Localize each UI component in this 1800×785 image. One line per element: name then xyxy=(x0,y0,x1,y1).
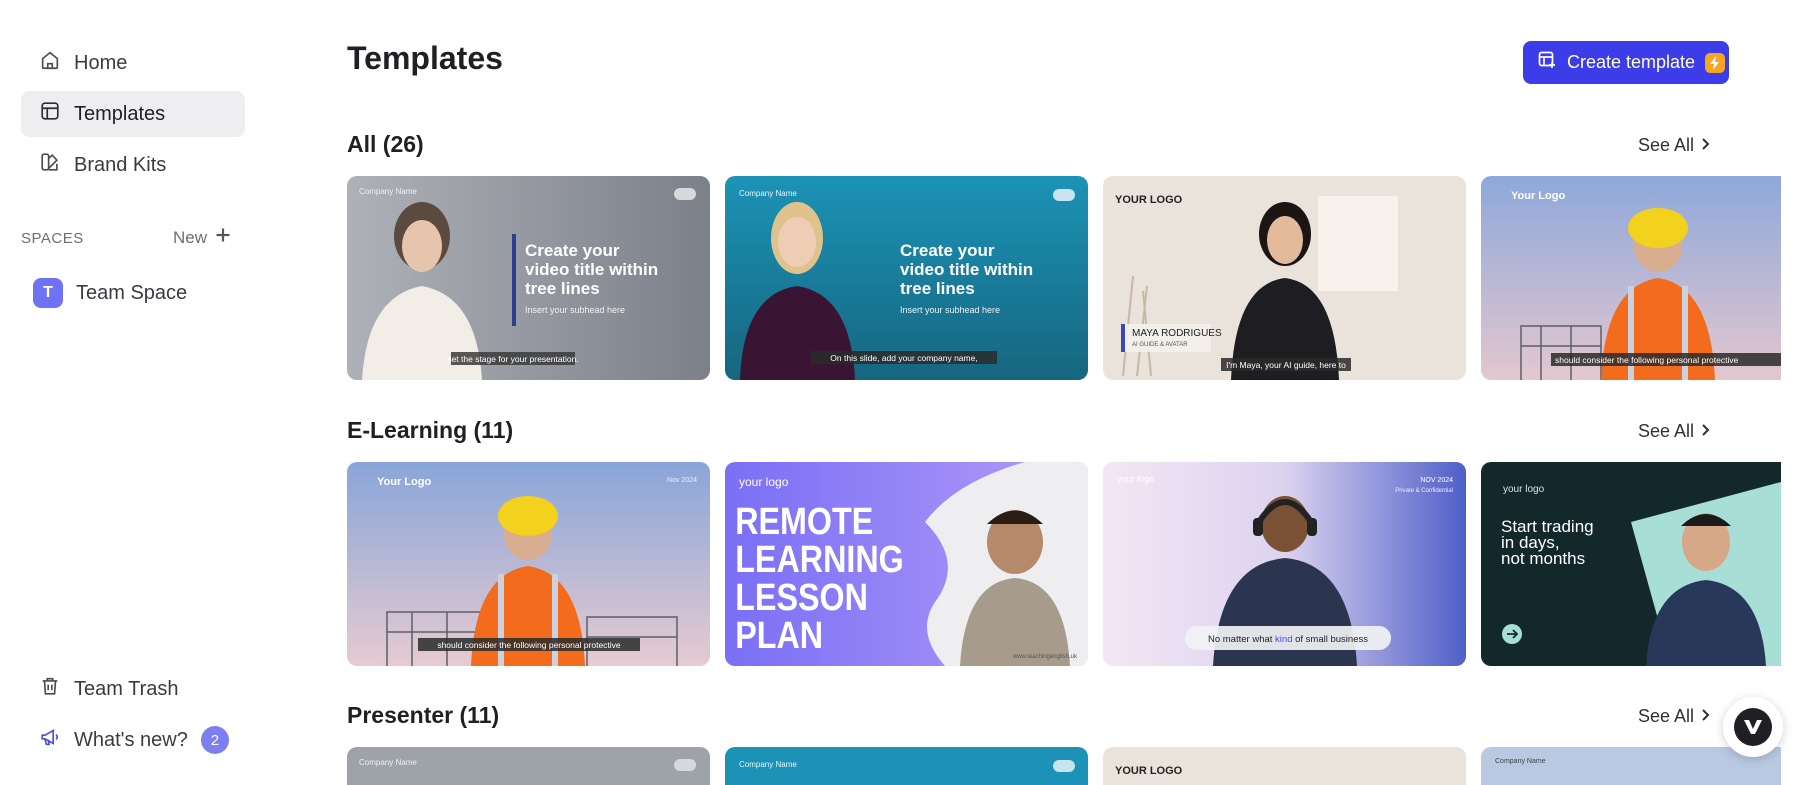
card-corner-label: YOUR LOGO xyxy=(1115,765,1183,777)
sidebar-item-label: Brand Kits xyxy=(74,153,167,176)
space-label: Team Space xyxy=(76,281,188,304)
sidebar-item-home[interactable]: Home xyxy=(21,40,245,86)
card-caption: set the stage for your presentation. xyxy=(447,354,578,364)
megaphone-icon xyxy=(39,726,61,754)
template-card[interactable]: your logo Start trading in days, not mon… xyxy=(1481,462,1781,666)
card-headline: PLAN xyxy=(735,615,823,657)
template-card[interactable]: Company Name xyxy=(725,747,1088,785)
lightning-icon xyxy=(1705,52,1726,73)
section-title-presenter: Presenter (11) xyxy=(347,702,500,728)
spaces-heading: SPACES xyxy=(21,230,84,247)
card-headline: Create your xyxy=(900,241,995,260)
sidebar: Home Templates Brand Kits SPACES New T T… xyxy=(0,0,265,785)
card-headline: REMOTE xyxy=(735,501,873,543)
card-corner-label: Company Name xyxy=(359,187,417,196)
card-caption: On this slide, add your company name, xyxy=(830,353,977,363)
template-add-icon xyxy=(1537,50,1557,75)
whats-new-count-badge: 2 xyxy=(200,726,229,754)
chevron-right-icon xyxy=(1701,135,1710,156)
sidebar-item-label: Home xyxy=(74,51,128,74)
card-date: NOV 2024 xyxy=(1420,477,1453,484)
template-card[interactable]: Company Name Create your video title wit… xyxy=(347,176,710,380)
card-corner-label: your logo xyxy=(1503,484,1545,495)
template-card[interactable]: your logo NOV 2024 Private & Confidentia… xyxy=(1103,462,1466,666)
card-subhead: Insert your subhead here xyxy=(525,305,625,315)
card-corner-label: your logo xyxy=(1117,474,1154,484)
template-card[interactable]: Your Logo should consider the following … xyxy=(1481,176,1781,380)
card-corner-label: Company Name xyxy=(739,189,797,198)
card-subhead: Insert your subhead here xyxy=(900,305,1000,315)
card-headline: LESSON xyxy=(735,577,868,619)
logo-v-icon xyxy=(1734,708,1772,746)
sidebar-item-brand-kits[interactable]: Brand Kits xyxy=(21,142,245,188)
brand-kits-icon xyxy=(39,151,61,179)
chevron-right-icon xyxy=(1701,706,1710,727)
create-template-button[interactable]: Create template xyxy=(1523,41,1729,84)
card-caption: No matter what kind of small business xyxy=(1208,634,1368,645)
home-icon xyxy=(39,49,61,77)
card-headline: not months xyxy=(1501,549,1585,568)
new-space-label: New xyxy=(173,227,208,247)
card-corner-label: Your Logo xyxy=(377,476,431,488)
sidebar-item-label: Templates xyxy=(74,102,166,125)
sidebar-item-label: Team Trash xyxy=(74,677,179,700)
sidebar-item-templates[interactable]: Templates xyxy=(21,91,245,137)
card-person-name: MAYA RODRIGUES xyxy=(1132,328,1222,339)
trash-icon xyxy=(39,675,61,703)
card-caption: I'm Maya, your AI guide, here to xyxy=(1226,360,1346,370)
new-space-button[interactable]: New xyxy=(173,227,231,248)
template-card[interactable]: YOUR LOGO MAYA RODRIGUES AI GUIDE & AVAT… xyxy=(1103,176,1466,380)
card-headline: video title within xyxy=(900,260,1033,279)
create-template-label: Create template xyxy=(1567,52,1696,72)
template-card[interactable]: Company Name xyxy=(1481,747,1781,785)
sidebar-item-label: What's new? xyxy=(74,728,188,751)
card-headline: video title within xyxy=(525,260,658,279)
plus-icon xyxy=(215,227,231,248)
see-all-label: See All xyxy=(1638,135,1695,155)
section-title-all: All (26) xyxy=(347,131,424,157)
template-card[interactable]: your logo REMOTE LEARNING LESSON PLAN ww… xyxy=(725,462,1088,666)
see-all-label: See All xyxy=(1638,421,1695,441)
card-corner-label: your logo xyxy=(739,475,789,489)
card-corner-label: YOUR LOGO xyxy=(1115,194,1183,206)
template-card[interactable]: Your Logo Nov 2024 should consider the f… xyxy=(347,462,710,666)
template-card[interactable]: Company Name xyxy=(347,747,710,785)
template-card[interactable]: YOUR LOGO xyxy=(1103,747,1466,785)
app-window: Home Templates Brand Kits SPACES New T T… xyxy=(0,0,1800,785)
card-corner-label: Your Logo xyxy=(1511,190,1565,202)
see-all-e-learning-link[interactable]: See All xyxy=(1638,421,1710,442)
see-all-all-link[interactable]: See All xyxy=(1638,135,1710,156)
help-chat-button[interactable] xyxy=(1723,697,1783,757)
chevron-right-icon xyxy=(1701,421,1710,442)
card-corner-label: Company Name xyxy=(1495,758,1546,765)
template-card[interactable]: Company Name Create your video title wit… xyxy=(725,176,1088,380)
card-caption: should consider the following personal p… xyxy=(437,640,621,650)
see-all-label: See All xyxy=(1638,706,1695,726)
section-title-e-learning: E-Learning (11) xyxy=(347,417,514,443)
card-footer: www.teachingenglish.uk xyxy=(1012,654,1078,660)
card-caption: should consider the following personal p… xyxy=(1555,355,1739,365)
page-title: Templates xyxy=(347,40,503,76)
card-corner-label: Company Name xyxy=(359,758,417,767)
space-item-team-space[interactable]: T Team Space xyxy=(21,270,245,316)
card-headline: tree lines xyxy=(525,279,600,298)
templates-icon xyxy=(39,100,61,128)
see-all-presenter-link[interactable]: See All xyxy=(1638,706,1710,727)
sidebar-item-team-trash[interactable]: Team Trash xyxy=(21,666,245,712)
card-headline: Create your xyxy=(525,241,620,260)
card-date: Nov 2024 xyxy=(667,477,697,484)
card-headline: tree lines xyxy=(900,279,975,298)
card-person-role: AI GUIDE & AVATAR xyxy=(1132,342,1188,348)
card-corner-label: Company Name xyxy=(739,760,797,769)
card-date-sub: Private & Confidential xyxy=(1395,488,1453,494)
space-avatar: T xyxy=(33,278,63,308)
card-headline: LEARNING xyxy=(735,539,904,581)
sidebar-item-whats-new[interactable]: What's new? 2 xyxy=(21,717,245,763)
